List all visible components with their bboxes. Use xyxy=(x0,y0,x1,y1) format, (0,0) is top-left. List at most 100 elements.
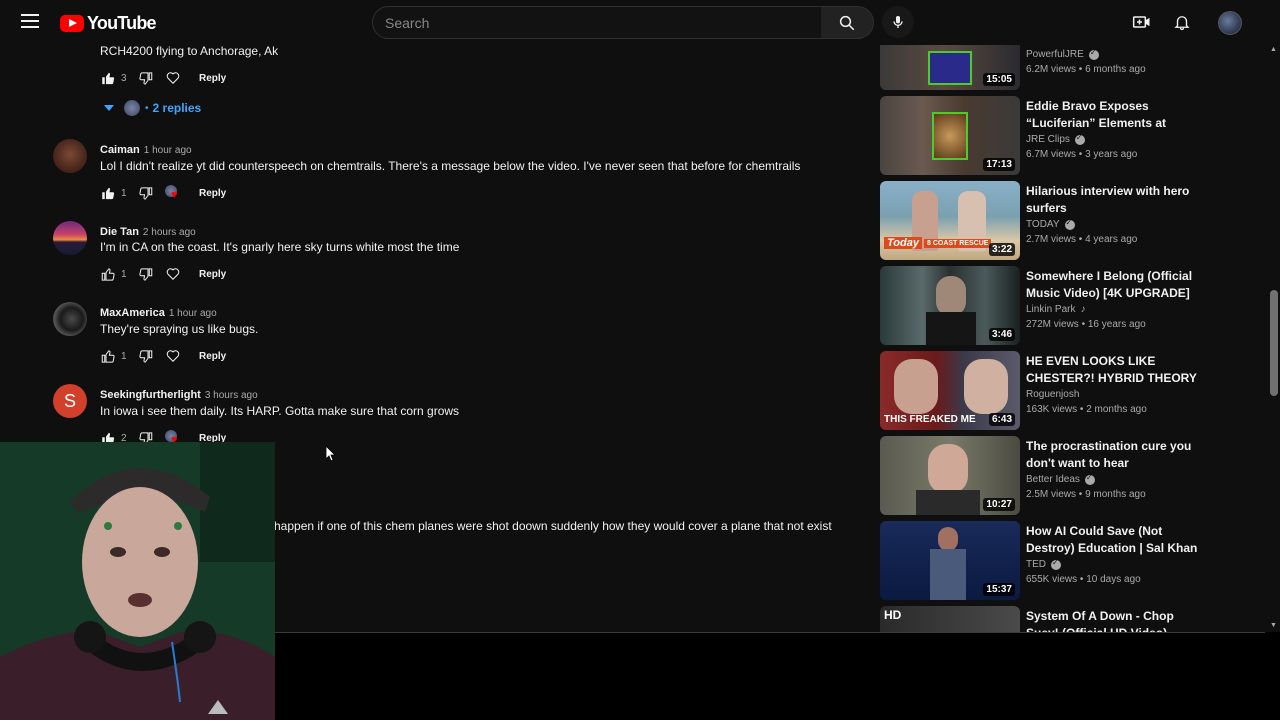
video-channel[interactable]: PowerfulJRE xyxy=(1026,48,1099,60)
video-thumbnail[interactable]: 10:27 xyxy=(880,436,1020,515)
video-meta: 272M views • 16 years ago xyxy=(1026,319,1146,330)
video-channel[interactable]: Better Ideas xyxy=(1026,473,1095,485)
create-video-icon xyxy=(1132,16,1150,28)
video-channel[interactable]: TED xyxy=(1026,558,1061,570)
verified-icon xyxy=(1088,48,1099,60)
scrollbar-thumb[interactable] xyxy=(1270,290,1278,396)
comment-author[interactable]: Caiman xyxy=(100,144,140,156)
video-card[interactable]: THIS FREAKED ME 6:43 HE EVEN LOOKS LIKE … xyxy=(880,351,1260,431)
comment-header: Caiman 1 hour ago xyxy=(100,140,192,158)
creator-heart-icon[interactable]: ♥ xyxy=(165,185,181,201)
like-icon[interactable] xyxy=(100,70,116,86)
video-card[interactable]: 10:27 The procrastination cure you don't… xyxy=(880,436,1260,516)
comment-text: I'm in CA on the coast. It's gnarly here… xyxy=(100,240,460,254)
like-icon[interactable] xyxy=(100,266,116,282)
video-duration: 10:27 xyxy=(983,498,1015,511)
video-thumbnail[interactable]: THIS FREAKED ME 6:43 xyxy=(880,351,1020,430)
like-count: 3 xyxy=(121,72,127,84)
scroll-down-arrow-icon[interactable]: ▼ xyxy=(1270,622,1277,629)
avatar[interactable]: S xyxy=(53,384,87,418)
video-duration: 6:43 xyxy=(988,413,1015,426)
video-thumbnail[interactable]: 15:05 xyxy=(880,45,1020,90)
replies-toggle[interactable]: • 2 replies xyxy=(104,100,201,116)
comment-actions: 1 Reply xyxy=(100,347,226,365)
video-thumbnail[interactable]: 15:37 xyxy=(880,521,1020,600)
video-channel[interactable]: Roguenjosh xyxy=(1026,389,1079,400)
verified-icon xyxy=(1051,558,1061,570)
video-channel[interactable]: JRE Clips xyxy=(1026,133,1085,145)
video-title[interactable]: Eddie Bravo Exposes “Luciferian” Element… xyxy=(1026,98,1201,132)
thumbnail-banner: 8 COAST RESCUE xyxy=(924,239,992,248)
music-note-icon: ♪ xyxy=(1080,304,1086,315)
reply-button[interactable]: Reply xyxy=(199,351,226,362)
create-video-button[interactable] xyxy=(1130,10,1154,34)
dislike-icon[interactable] xyxy=(137,70,153,86)
comment-header: MaxAmerica 1 hour ago xyxy=(100,303,217,321)
heart-icon[interactable] xyxy=(165,70,181,86)
comment-actions: 1 ♥ Reply xyxy=(100,184,226,202)
reply-button[interactable]: Reply xyxy=(199,73,226,84)
video-duration: 15:05 xyxy=(983,73,1015,86)
avatar[interactable] xyxy=(53,139,87,173)
reply-button[interactable]: Reply xyxy=(199,269,226,280)
notifications-button[interactable] xyxy=(1170,10,1194,34)
reply-button[interactable]: Reply xyxy=(199,188,226,199)
video-channel[interactable]: TODAY xyxy=(1026,218,1075,230)
dislike-icon[interactable] xyxy=(137,348,153,364)
video-channel[interactable]: Linkin Park ♪ xyxy=(1026,304,1085,315)
video-thumbnail[interactable]: 17:13 xyxy=(880,96,1020,175)
comment-actions: 1 Reply xyxy=(100,265,226,283)
mouse-cursor-icon xyxy=(325,445,336,467)
video-card[interactable]: Today 8 COAST RESCUE 3:22 Hilarious inte… xyxy=(880,181,1260,261)
video-duration: 15:37 xyxy=(983,583,1015,596)
video-duration: 3:46 xyxy=(988,328,1015,341)
scroll-up-arrow-icon[interactable]: ▲ xyxy=(1270,46,1277,53)
search-button[interactable] xyxy=(821,6,874,39)
video-title[interactable]: HE EVEN LOOKS LIKE CHESTER?! HYBRID THEO… xyxy=(1026,353,1201,387)
video-card[interactable]: 15:05 PowerfulJRE 6.2M views • 6 months … xyxy=(880,45,1260,91)
replies-count-label: 2 replies xyxy=(152,101,202,115)
video-thumbnail[interactable]: HD xyxy=(880,606,1020,632)
like-icon[interactable] xyxy=(100,185,116,201)
video-title[interactable]: System Of A Down - Chop Suey! (Official … xyxy=(1026,608,1201,632)
dislike-icon[interactable] xyxy=(137,266,153,282)
comment-time[interactable]: 3 hours ago xyxy=(205,390,258,401)
avatar[interactable] xyxy=(53,302,87,336)
comment-author[interactable]: Seekingfurtherlight xyxy=(100,389,201,401)
comment-author[interactable]: Die Tan xyxy=(100,226,139,238)
video-meta: 163K views • 2 months ago xyxy=(1026,404,1147,415)
comment-header: Seekingfurtherlight 3 hours ago xyxy=(100,385,258,403)
hamburger-menu-icon[interactable] xyxy=(18,10,42,34)
search-box[interactable] xyxy=(372,6,822,39)
video-title[interactable]: How AI Could Save (Not Destroy) Educatio… xyxy=(1026,523,1201,557)
comment-text: Lol I didn't realize yt did counterspeec… xyxy=(100,159,801,173)
video-title[interactable]: Hilarious interview with hero surfers xyxy=(1026,183,1201,217)
video-thumbnail[interactable]: Today 8 COAST RESCUE 3:22 xyxy=(880,181,1020,260)
divider xyxy=(275,632,1265,633)
top-header: YouTube xyxy=(0,0,1280,45)
like-icon[interactable] xyxy=(100,348,116,364)
account-avatar[interactable] xyxy=(1218,11,1242,35)
video-title[interactable]: Somewhere I Belong (Official Music Video… xyxy=(1026,268,1201,302)
video-title[interactable]: The procrastination cure you don't want … xyxy=(1026,438,1201,472)
verified-icon xyxy=(1064,218,1075,230)
comment-author[interactable]: MaxAmerica xyxy=(100,307,165,319)
heart-icon[interactable] xyxy=(165,348,181,364)
comment-time[interactable]: 1 hour ago xyxy=(144,145,192,156)
video-card[interactable]: HD System Of A Down - Chop Suey! (Offici… xyxy=(880,606,1260,632)
heart-icon[interactable] xyxy=(165,266,181,282)
avatar-letter: S xyxy=(63,390,76,411)
avatar[interactable] xyxy=(53,221,87,255)
comment-text: happen if one of this chem planes were s… xyxy=(274,519,832,533)
logo-text: YouTube xyxy=(87,12,157,33)
voice-search-button[interactable] xyxy=(882,6,914,38)
dislike-icon[interactable] xyxy=(137,185,153,201)
comment-time[interactable]: 1 hour ago xyxy=(169,308,217,319)
video-card[interactable]: 17:13 Eddie Bravo Exposes “Luciferian” E… xyxy=(880,96,1260,176)
youtube-logo[interactable]: YouTube xyxy=(60,12,157,34)
video-card[interactable]: 15:37 How AI Could Save (Not Destroy) Ed… xyxy=(880,521,1260,601)
video-thumbnail[interactable]: 3:46 xyxy=(880,266,1020,345)
search-input[interactable] xyxy=(385,14,821,31)
video-card[interactable]: 3:46 Somewhere I Belong (Official Music … xyxy=(880,266,1260,346)
comment-time[interactable]: 2 hours ago xyxy=(143,227,196,238)
